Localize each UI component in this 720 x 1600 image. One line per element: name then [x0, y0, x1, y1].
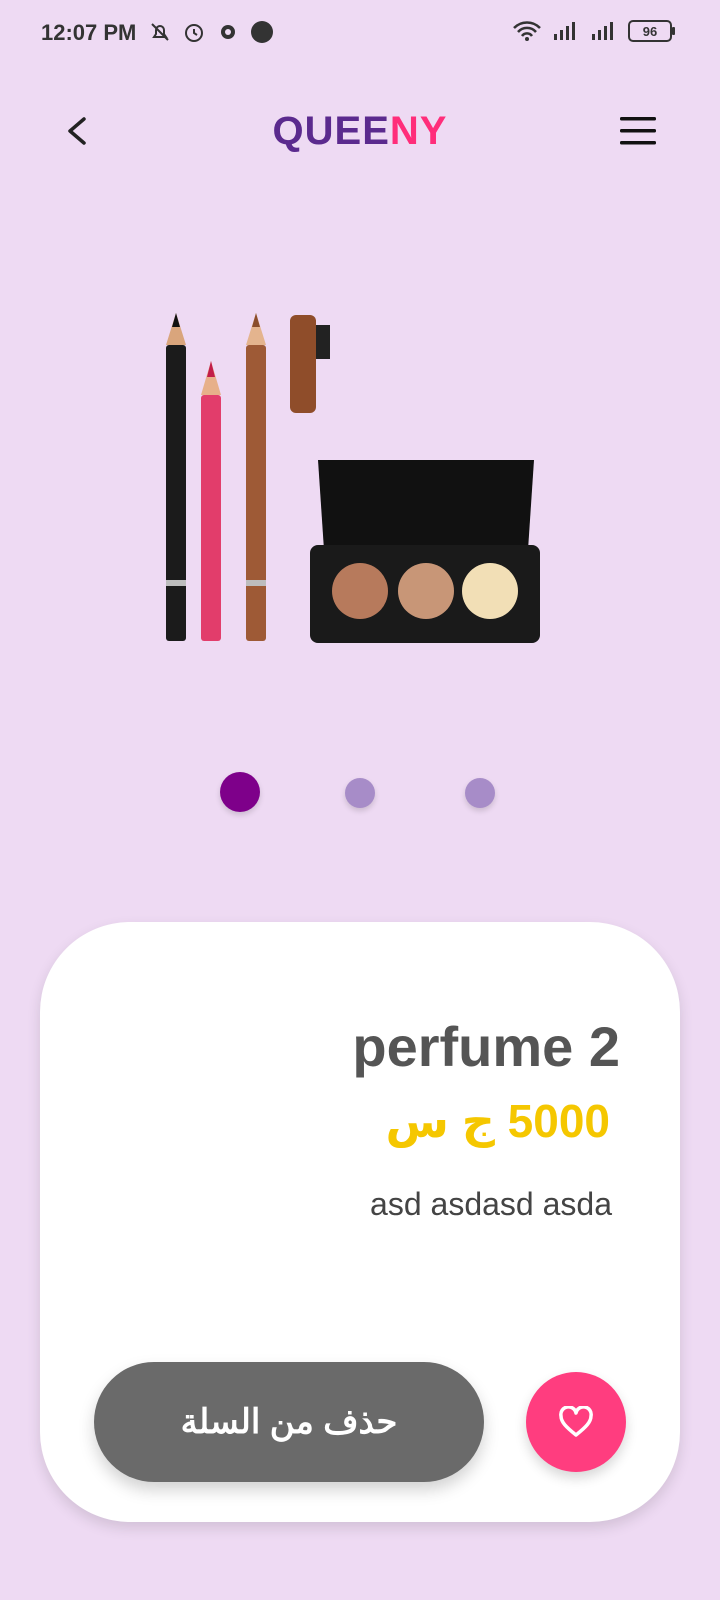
product-price: 5000 ج س — [385, 1095, 610, 1147]
status-bar: 12:07 PM 96 — [0, 0, 720, 70]
menu-button[interactable] — [618, 115, 658, 147]
carousel-dot-1[interactable] — [220, 772, 260, 812]
wifi-icon — [513, 21, 541, 41]
product-card: perfume 2 5000 ج س asd asdasd asda حذف م… — [40, 922, 680, 1522]
logo-part-ny: NY — [389, 109, 448, 153]
product-description: asd asdasd asda — [370, 1186, 612, 1222]
hamburger-menu-icon — [620, 117, 656, 145]
carousel-dot-2[interactable] — [345, 778, 375, 808]
gear-icon — [221, 25, 235, 39]
app-365-icon — [251, 21, 273, 43]
status-icons-right: 96 — [512, 20, 675, 42]
signal-icon — [554, 22, 575, 40]
header: QUEENY — [0, 95, 720, 175]
remove-from-cart-label: حذف من السلة — [180, 1403, 398, 1441]
signal-icon — [592, 22, 613, 40]
logo-part-queen: QUEE — [272, 109, 390, 153]
product-name: perfume 2 — [352, 1015, 620, 1078]
status-time: 12:07 PM — [41, 20, 137, 45]
carousel-indicators — [0, 772, 720, 812]
heart-icon — [559, 1406, 593, 1437]
favorite-button[interactable] — [526, 1372, 626, 1472]
logo: QUEENY — [0, 109, 720, 154]
product-image — [150, 305, 570, 655]
alarm-icon — [185, 24, 203, 42]
remove-from-cart-button[interactable]: حذف من السلة — [94, 1362, 484, 1482]
carousel-dot-3[interactable] — [465, 778, 495, 808]
bell-off-icon — [151, 23, 169, 41]
battery-level: 96 — [642, 23, 658, 39]
battery-icon: 96 — [628, 20, 675, 42]
status-icons-left — [148, 20, 274, 44]
